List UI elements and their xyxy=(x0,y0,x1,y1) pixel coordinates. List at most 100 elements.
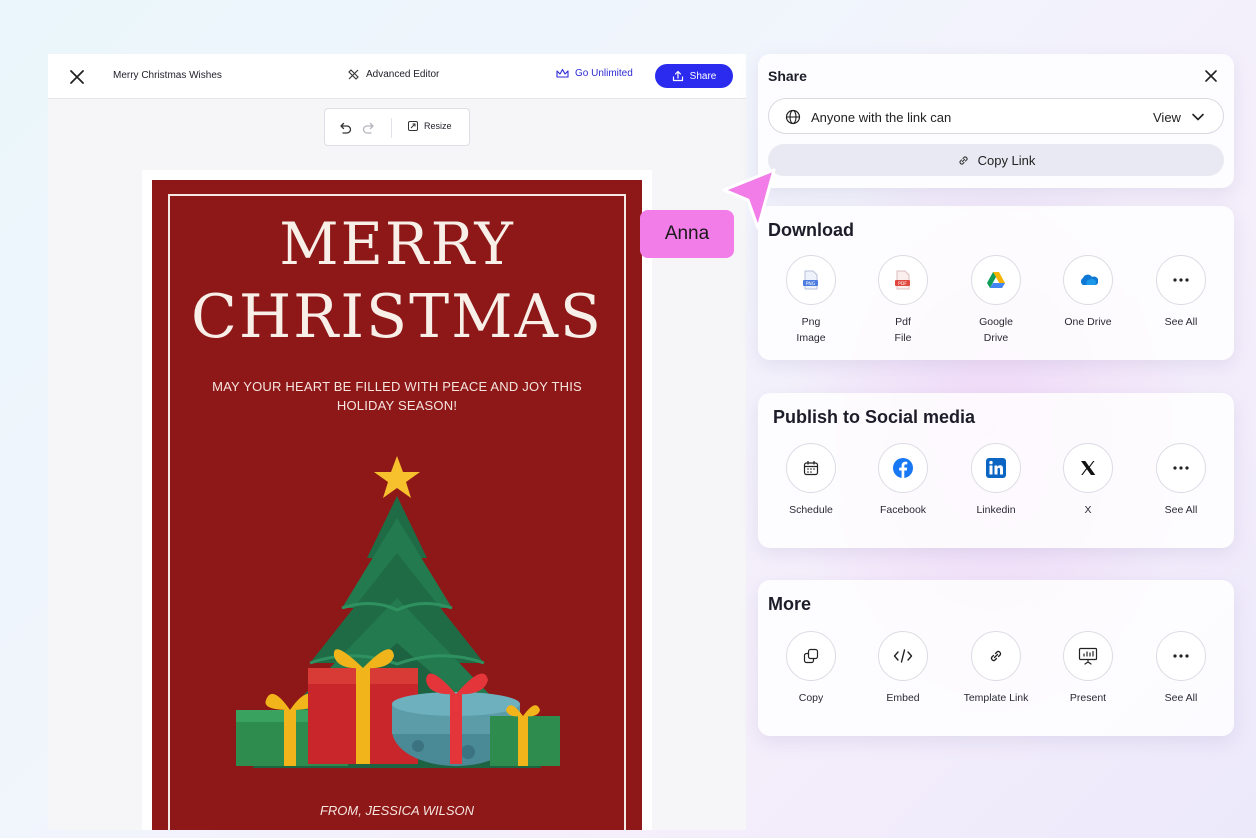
png-option-button[interactable]: PNG xyxy=(786,255,836,305)
social-title: Publish to Social media xyxy=(773,407,976,427)
linkedin-option[interactable]: Linkedin xyxy=(951,443,1041,518)
social-see-all-label: See All xyxy=(1164,504,1198,516)
present-label: Present xyxy=(1069,692,1107,704)
onedrive-option-label: One Drive xyxy=(1064,316,1112,328)
copy-icon xyxy=(803,648,819,664)
social-see-all-option[interactable]: See All xyxy=(1136,443,1226,518)
onedrive-option-button[interactable] xyxy=(1063,255,1113,305)
download-gdrive-option[interactable]: Google Drive xyxy=(951,255,1041,346)
resize-label: Resize xyxy=(424,121,452,131)
more-see-all-label: See All xyxy=(1164,692,1198,704)
pdf-file-icon: PDF xyxy=(895,270,910,290)
card-heading-line2: CHRISTMAS xyxy=(190,282,604,352)
download-png-option[interactable]: PNG Png Image xyxy=(766,255,856,346)
more-panel: More Copy Embed Template Link Present Se… xyxy=(758,580,1234,736)
png-file-icon: PNG xyxy=(803,270,818,290)
template-link-option-button[interactable] xyxy=(971,631,1021,681)
toolbar-divider xyxy=(391,118,392,138)
linkedin-option-button[interactable] xyxy=(971,443,1021,493)
access-label: Anyone with the link can xyxy=(811,110,952,125)
png-option-label: Png Image xyxy=(796,316,826,344)
copy-label: Copy xyxy=(798,692,824,704)
link-icon xyxy=(990,650,1002,662)
download-see-all-label: See All xyxy=(1164,316,1198,328)
schedule-option-button[interactable] xyxy=(786,443,836,493)
google-drive-icon xyxy=(987,272,1005,288)
x-label: X xyxy=(1084,504,1092,516)
linkedin-label: Linkedin xyxy=(976,504,1016,516)
template-link-label: Template Link xyxy=(963,692,1029,704)
editor-topbar: Merry Christmas Wishes Advanced Editor G… xyxy=(48,54,746,99)
download-pdf-option[interactable]: PDF Pdf File xyxy=(858,255,948,346)
social-panel: Publish to Social media Schedule Faceboo… xyxy=(758,393,1234,548)
close-icon[interactable] xyxy=(1204,69,1218,83)
copy-option[interactable]: Copy xyxy=(766,631,856,706)
crown-icon xyxy=(556,68,569,78)
resize-button[interactable]: Resize xyxy=(407,120,452,132)
pdf-option-button[interactable]: PDF xyxy=(878,255,928,305)
download-see-all-option[interactable]: See All xyxy=(1136,255,1226,330)
calendar-icon xyxy=(803,461,819,476)
present-icon xyxy=(1078,647,1098,665)
card-heading-line1: MERRY xyxy=(279,210,515,278)
download-onedrive-option[interactable]: One Drive xyxy=(1043,255,1133,330)
schedule-label: Schedule xyxy=(789,504,833,516)
more-title: More xyxy=(768,594,812,614)
social-see-all-button[interactable] xyxy=(1156,443,1206,493)
link-icon xyxy=(959,155,968,165)
tools-icon xyxy=(348,69,359,80)
gdrive-option-label: Google Drive xyxy=(979,316,1013,344)
schedule-option[interactable]: Schedule xyxy=(766,443,856,518)
more-see-all-option[interactable]: See All xyxy=(1136,631,1226,706)
x-option[interactable]: X xyxy=(1043,443,1133,518)
access-value: View xyxy=(1153,110,1181,125)
x-logo-icon xyxy=(1081,461,1096,475)
copy-option-button[interactable] xyxy=(786,631,836,681)
more-dots-icon xyxy=(1173,278,1189,282)
editor-panel: Merry Christmas Wishes Advanced Editor G… xyxy=(48,54,746,830)
facebook-option[interactable]: Facebook xyxy=(858,443,948,518)
copy-link-label: Copy Link xyxy=(977,152,1036,168)
present-option[interactable]: Present xyxy=(1043,631,1133,706)
template-link-option[interactable]: Template Link xyxy=(951,631,1041,706)
chevron-down-icon xyxy=(1192,113,1204,121)
link-access-dropdown[interactable]: Anyone with the link can View xyxy=(768,98,1224,134)
linkedin-icon xyxy=(986,458,1006,478)
advanced-editor-button[interactable]: Advanced Editor xyxy=(347,68,439,81)
present-option-button[interactable] xyxy=(1063,631,1113,681)
document-title: Merry Christmas Wishes xyxy=(113,70,222,81)
christmas-card[interactable]: MERRY CHRISTMAS MAY YOUR HEART BE FILLED… xyxy=(152,180,642,830)
embed-option[interactable]: Embed xyxy=(858,631,948,706)
facebook-option-button[interactable] xyxy=(878,443,928,493)
card-signature: FROM, JESSICA WILSON xyxy=(319,803,475,818)
redo-icon[interactable] xyxy=(361,120,377,136)
more-dots-icon xyxy=(1173,654,1189,658)
more-see-all-button[interactable] xyxy=(1156,631,1206,681)
collaborator-name-tag: Anna xyxy=(640,210,734,258)
more-dots-icon xyxy=(1173,466,1189,470)
christmas-tree-illustration xyxy=(236,456,560,768)
close-icon[interactable] xyxy=(68,68,86,86)
gdrive-option-button[interactable] xyxy=(971,255,1021,305)
x-option-button[interactable] xyxy=(1063,443,1113,493)
download-see-all-button[interactable] xyxy=(1156,255,1206,305)
code-icon xyxy=(893,649,913,663)
facebook-icon xyxy=(893,458,913,478)
go-unlimited-button[interactable]: Go Unlimited xyxy=(556,68,633,79)
share-button[interactable]: Share xyxy=(655,64,733,88)
copy-link-button[interactable]: Copy Link xyxy=(768,144,1224,176)
canvas-toolbar: Resize xyxy=(324,108,470,146)
embed-option-button[interactable] xyxy=(878,631,928,681)
globe-icon xyxy=(785,109,801,125)
share-panel-title: Share xyxy=(768,68,807,84)
svg-text:PNG: PNG xyxy=(806,281,816,287)
facebook-label: Facebook xyxy=(879,504,927,516)
svg-text:PDF: PDF xyxy=(898,281,907,287)
go-unlimited-label: Go Unlimited xyxy=(575,68,633,79)
resize-icon xyxy=(408,121,418,131)
pdf-option-label: Pdf File xyxy=(894,316,912,344)
undo-icon[interactable] xyxy=(337,120,353,136)
share-panel: Share Anyone with the link can View Copy… xyxy=(758,54,1234,188)
download-title: Download xyxy=(768,220,854,240)
onedrive-icon xyxy=(1080,274,1098,285)
